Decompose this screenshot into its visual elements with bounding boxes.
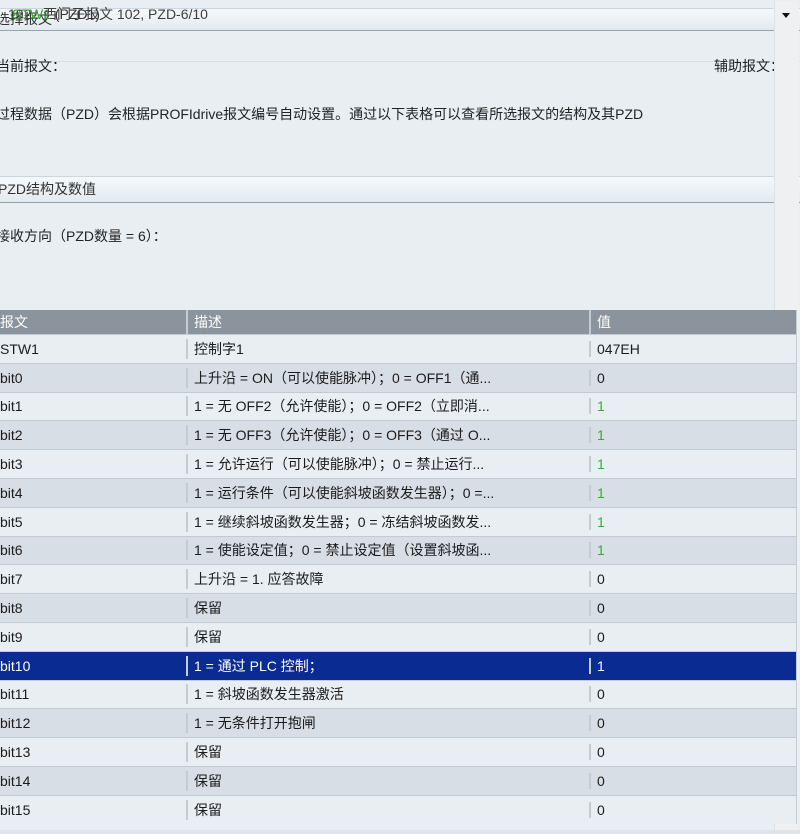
row-value: 1 (589, 456, 796, 472)
col-header-description: 描述 (186, 310, 589, 334)
row-description: 1 = 使能设定值；0 = 禁止设定值（设置斜坡函... (186, 540, 589, 560)
row-description: 1 = 无 OFF3（允许使能）；0 = OFF3（通过 O... (186, 425, 589, 445)
section-title: PZD结构及数值 (0, 177, 96, 202)
row-description: 保留 (186, 598, 589, 618)
row-value: 0 (589, 686, 796, 702)
row-bit-name: bit11 (0, 686, 186, 702)
table-row[interactable]: bit8 保留 0 (0, 593, 796, 622)
row-bit-name: bit8 (0, 600, 186, 616)
table-row[interactable]: bit9 保留 0 (0, 622, 796, 651)
table-row[interactable]: bit6 1 = 使能设定值；0 = 禁止设定值（设置斜坡函... 1 (0, 536, 796, 565)
row-value: 1 (589, 427, 796, 443)
row-description: 1 = 无条件打开抱闸 (186, 713, 589, 733)
row-bit-name: bit1 (0, 398, 186, 414)
row-value: 1 (589, 485, 796, 501)
row-description: 保留 (186, 627, 589, 647)
row-value: 0 (589, 802, 796, 818)
row-value: 1 (589, 514, 796, 530)
section-header-pzd-structure: PZD结构及数值 (0, 176, 800, 203)
row-description: 上升沿 = 1. 应答故障 (186, 569, 589, 589)
col-header-value: 值 (589, 310, 796, 334)
pzd-description-text: 过程数据（PZD）会根据PROFIdrive报文编号自动设置。通过以下表格可以查… (0, 104, 800, 124)
row-description: 1 = 运行条件（可以使能斜坡函数发生器）；0 =... (186, 483, 589, 503)
row-description: 保留 (186, 771, 589, 791)
table-row[interactable]: bit12 1 = 无条件打开抱闸 0 (0, 708, 796, 737)
row-bit-name: bit0 (0, 370, 186, 386)
table-row[interactable]: bit15 保留 0 (0, 795, 796, 824)
row-value: 1 (589, 542, 796, 558)
row-value: 0 (589, 744, 796, 760)
row-bit-name: bit7 (0, 571, 186, 587)
row-bit-name: bit12 (0, 715, 186, 731)
chevron-down-icon (782, 13, 790, 18)
row-bit-name: bit9 (0, 629, 186, 645)
row-description: 保留 (186, 800, 589, 820)
row-bit-name: bit13 (0, 744, 186, 760)
row-value: 1 (589, 658, 796, 674)
row-bit-name: STW1 (0, 341, 186, 357)
row-value: 1 (589, 398, 796, 414)
table-row[interactable]: bit4 1 = 运行条件（可以使能斜坡函数发生器）；0 =... 1 (0, 478, 796, 507)
row-bit-name: bit14 (0, 773, 186, 789)
row-value: 0 (589, 571, 796, 587)
row-description: 保留 (186, 742, 589, 762)
table-row[interactable]: STW1 控制字1 047EH (0, 334, 796, 363)
pzd-word-dropdown[interactable]: STW1 (PZD1) (0, 30, 800, 61)
row-value: 047EH (589, 341, 796, 357)
col-header-telegram: 报文 (0, 310, 186, 334)
table-row[interactable]: bit3 1 = 允许运行（可以使能脉冲）；0 = 禁止运行... 1 (0, 449, 796, 478)
telegram-configuration-panel: 选择报文 当前报文： 102 : 西门子报文 102, PZD-6/10 辅助报… (0, 0, 800, 834)
pzd-word-name: STW1 (12, 6, 51, 22)
row-description: 1 = 无 OFF2（允许使能）；0 = OFF2（立即消... (186, 396, 589, 416)
table-row[interactable]: bit0 上升沿 = ON（可以使能脉冲）；0 = OFF1（通... 0 (0, 363, 796, 392)
row-description: 1 = 继续斜坡函数发生器；0 = 冻结斜坡函数发... (186, 512, 589, 532)
table-row[interactable]: bit7 上升沿 = 1. 应答故障 0 (0, 564, 796, 593)
row-value: 0 (589, 629, 796, 645)
row-bit-name: bit10 (0, 658, 186, 674)
table-row[interactable]: bit14 保留 0 (0, 766, 796, 795)
row-description: 上升沿 = ON（可以使能脉冲）；0 = OFF1（通... (186, 368, 589, 388)
pzd-word-suffix: (PZD1) (51, 6, 100, 22)
row-description: 1 = 斜坡函数发生器激活 (186, 684, 589, 704)
row-description: 控制字1 (186, 339, 589, 359)
row-value: 0 (589, 600, 796, 616)
table-row[interactable]: bit2 1 = 无 OFF3（允许使能）；0 = OFF3（通过 O... 1 (0, 420, 796, 449)
row-description: 1 = 允许运行（可以使能脉冲）；0 = 禁止运行... (186, 454, 589, 474)
row-bit-name: bit5 (0, 514, 186, 530)
bit-value-table: 报文 描述 值 STW1 控制字1 047EH bit0 上升沿 = ON（可以… (0, 310, 797, 824)
row-value: 0 (589, 715, 796, 731)
table-row[interactable]: bit1 1 = 无 OFF2（允许使能）；0 = OFF2（立即消... 1 (0, 392, 796, 421)
receive-direction-label: 接收方向（PZD数量 = 6）： (0, 226, 167, 246)
row-value: 0 (589, 370, 796, 386)
table-header-row: 报文 描述 值 (0, 310, 796, 334)
row-value: 0 (589, 773, 796, 789)
bottom-divider (0, 830, 800, 834)
row-bit-name: bit3 (0, 456, 186, 472)
row-bit-name: bit6 (0, 542, 186, 558)
table-row[interactable]: bit5 1 = 继续斜坡函数发生器；0 = 冻结斜坡函数发... 1 (0, 507, 796, 536)
table-body: STW1 控制字1 047EH bit0 上升沿 = ON（可以使能脉冲）；0 … (0, 334, 796, 824)
table-row[interactable]: bit11 1 = 斜坡函数发生器激活 0 (0, 680, 796, 709)
row-bit-name: bit2 (0, 427, 186, 443)
row-bit-name: bit15 (0, 802, 186, 818)
table-row[interactable]: bit13 保留 0 (0, 737, 796, 766)
row-bit-name: bit4 (0, 485, 186, 501)
current-telegram-label: 当前报文： (0, 56, 66, 76)
table-row[interactable]: bit10 1 = 通过 PLC 控制； 1 (0, 651, 796, 680)
row-description: 1 = 通过 PLC 控制； (186, 656, 589, 676)
